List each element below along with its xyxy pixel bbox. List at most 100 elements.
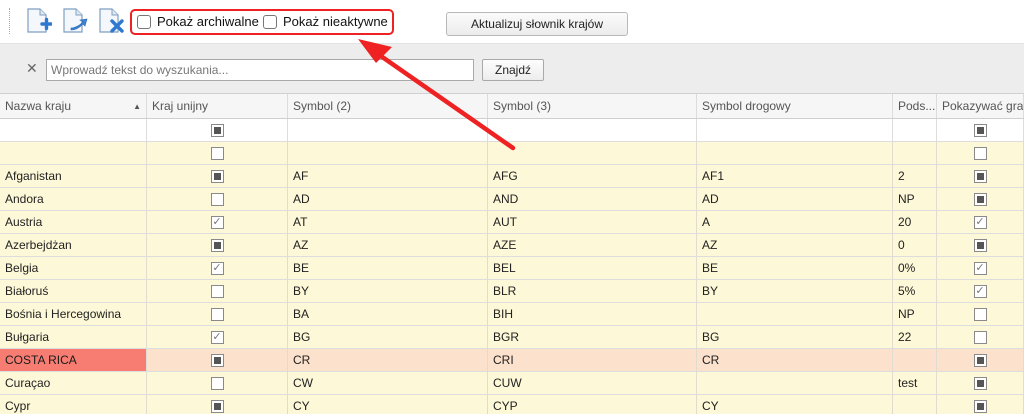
find-button[interactable]: Znajdź: [482, 59, 544, 81]
cell-eu-flag[interactable]: [147, 211, 288, 233]
row-checkbox[interactable]: [973, 307, 987, 321]
search-input[interactable]: [46, 59, 474, 81]
cell-show-flag[interactable]: [937, 211, 1024, 233]
cell-symbol3[interactable]: BLR: [488, 280, 697, 302]
filter-cell[interactable]: [488, 119, 697, 141]
filter-cell[interactable]: [288, 119, 488, 141]
update-countries-button[interactable]: Aktualizuj słownik krajów: [446, 12, 628, 36]
cell-symbol3[interactable]: CYP: [488, 395, 697, 414]
cell-pods[interactable]: 20: [893, 211, 937, 233]
cell-road-symbol[interactable]: CR: [697, 349, 893, 371]
row-checkbox[interactable]: [210, 192, 224, 206]
row-checkbox[interactable]: [973, 353, 987, 367]
filter-cell[interactable]: [0, 119, 147, 141]
cell-show-flag[interactable]: [937, 188, 1024, 210]
column-header-pods[interactable]: Pods...: [893, 94, 937, 118]
row-checkbox[interactable]: [973, 192, 987, 206]
cell-road-symbol[interactable]: [697, 303, 893, 325]
table-row[interactable]: BułgariaBGBGRBG22: [0, 326, 1024, 349]
cell-eu-flag[interactable]: [147, 372, 288, 394]
table-row[interactable]: [0, 142, 1024, 165]
column-header-eu[interactable]: Kraj unijny: [147, 94, 288, 118]
cell-symbol3[interactable]: AUT: [488, 211, 697, 233]
row-checkbox[interactable]: [973, 261, 987, 275]
cell-road-symbol[interactable]: BY: [697, 280, 893, 302]
row-checkbox[interactable]: [210, 261, 224, 275]
row-checkbox[interactable]: [973, 330, 987, 344]
table-row[interactable]: Afganistan AF AFG AF1 2: [0, 165, 1024, 188]
cell-country-name[interactable]: Bośnia i Hercegowina: [0, 303, 147, 325]
cell-pods[interactable]: [893, 142, 937, 164]
cell-show-flag[interactable]: [937, 372, 1024, 394]
row-checkbox[interactable]: [210, 307, 224, 321]
row-checkbox[interactable]: [973, 399, 987, 413]
cell-symbol2[interactable]: CY: [288, 395, 488, 414]
row-checkbox[interactable]: [210, 376, 224, 390]
cell-road-symbol[interactable]: CY: [697, 395, 893, 414]
filter-cell[interactable]: [697, 119, 893, 141]
cell-country-name[interactable]: Afganistan: [0, 165, 147, 187]
cell-symbol2[interactable]: BY: [288, 280, 488, 302]
table-row[interactable]: COSTA RICA CR CRI CR: [0, 349, 1024, 372]
cell-pods[interactable]: NP: [893, 188, 937, 210]
cell-symbol3[interactable]: BGR: [488, 326, 697, 348]
cell-symbol2[interactable]: AF: [288, 165, 488, 187]
cell-symbol3[interactable]: CUW: [488, 372, 697, 394]
cell-symbol2[interactable]: BG: [288, 326, 488, 348]
cell-country-name[interactable]: Cypr: [0, 395, 147, 414]
cell-road-symbol[interactable]: AZ: [697, 234, 893, 256]
cell-road-symbol[interactable]: [697, 142, 893, 164]
cell-eu-flag[interactable]: [147, 234, 288, 256]
row-checkbox[interactable]: [973, 238, 987, 252]
row-checkbox[interactable]: [210, 399, 224, 413]
cell-pods[interactable]: [893, 395, 937, 414]
row-checkbox[interactable]: [973, 376, 987, 390]
row-checkbox[interactable]: [973, 169, 987, 183]
cell-symbol3[interactable]: AND: [488, 188, 697, 210]
table-row[interactable]: Curaçao CW CUW test: [0, 372, 1024, 395]
cell-pods[interactable]: NP: [893, 303, 937, 325]
row-checkbox[interactable]: [210, 215, 224, 229]
cell-pods[interactable]: 0%: [893, 257, 937, 279]
cell-road-symbol[interactable]: AF1: [697, 165, 893, 187]
cell-eu-flag[interactable]: [147, 142, 288, 164]
cell-show-flag[interactable]: [937, 326, 1024, 348]
edit-button[interactable]: [60, 6, 88, 36]
cell-road-symbol[interactable]: AD: [697, 188, 893, 210]
cell-show-flag[interactable]: [937, 234, 1024, 256]
cell-show-flag[interactable]: [937, 257, 1024, 279]
cell-country-name[interactable]: Azerbejdżan: [0, 234, 147, 256]
cell-symbol3[interactable]: BEL: [488, 257, 697, 279]
cell-show-flag[interactable]: [937, 303, 1024, 325]
row-checkbox[interactable]: [210, 353, 224, 367]
cell-eu-flag[interactable]: [147, 326, 288, 348]
row-checkbox[interactable]: [973, 284, 987, 298]
row-checkbox[interactable]: [973, 215, 987, 229]
cell-eu-flag[interactable]: [147, 280, 288, 302]
cell-pods[interactable]: 5%: [893, 280, 937, 302]
table-row[interactable]: BelgiaBEBELBE0%: [0, 257, 1024, 280]
filter-cell[interactable]: [147, 119, 288, 141]
delete-button[interactable]: [96, 6, 124, 36]
cell-country-name[interactable]: Białoruś: [0, 280, 147, 302]
table-row[interactable]: Azerbejdżan AZ AZE AZ 0: [0, 234, 1024, 257]
cell-pods[interactable]: [893, 349, 937, 371]
cell-road-symbol[interactable]: [697, 372, 893, 394]
row-checkbox[interactable]: [210, 146, 224, 160]
cell-symbol3[interactable]: [488, 142, 697, 164]
cell-road-symbol[interactable]: BG: [697, 326, 893, 348]
row-checkbox[interactable]: [210, 284, 224, 298]
cell-country-name[interactable]: Austria: [0, 211, 147, 233]
cell-eu-flag[interactable]: [147, 165, 288, 187]
clear-search-icon[interactable]: ✕: [26, 60, 38, 77]
table-row[interactable]: Andora AD AND AD NP: [0, 188, 1024, 211]
row-checkbox[interactable]: [210, 238, 224, 252]
cell-country-name[interactable]: Belgia: [0, 257, 147, 279]
filter-cell[interactable]: [937, 119, 1024, 141]
row-checkbox[interactable]: [210, 169, 224, 183]
column-header-name[interactable]: Nazwa kraju ▲: [0, 94, 147, 118]
table-row[interactable]: Bośnia i Hercegowina BA BIH NP: [0, 303, 1024, 326]
row-checkbox[interactable]: [210, 330, 224, 344]
cell-symbol2[interactable]: AZ: [288, 234, 488, 256]
column-header-show[interactable]: Pokazywać gran: [937, 94, 1024, 118]
